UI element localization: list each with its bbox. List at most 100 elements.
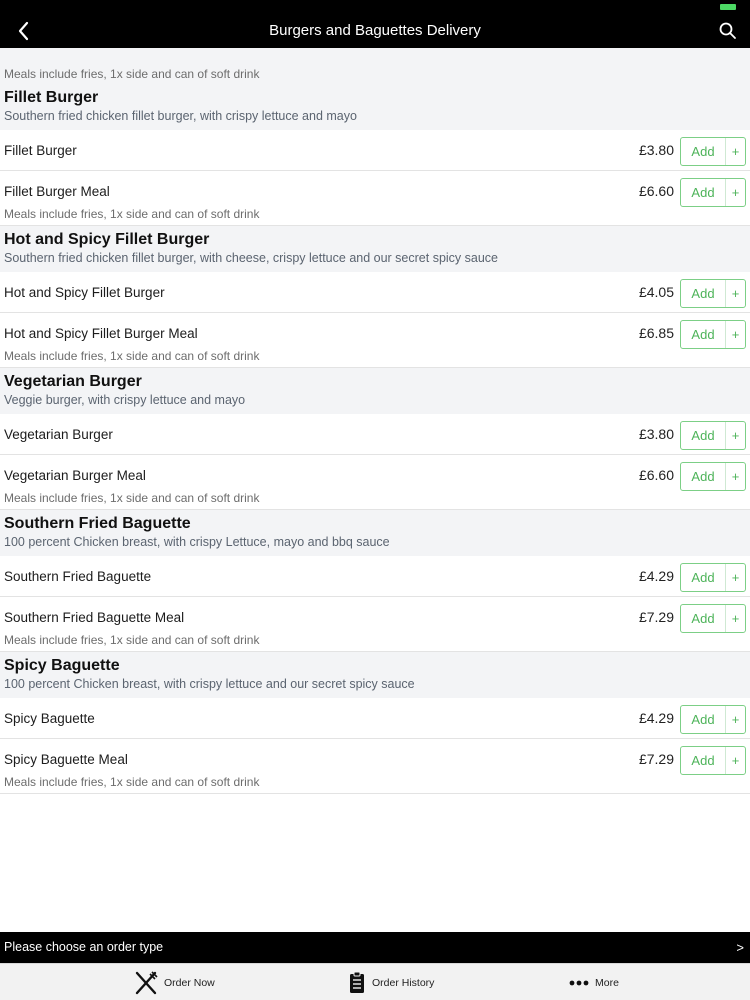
battery-icon (720, 4, 736, 10)
item-note: Meals include fries, 1x side and can of … (4, 633, 260, 647)
category-description: Southern fried chicken fillet burger, wi… (4, 251, 499, 265)
item-price: £6.60 (638, 467, 674, 483)
plus-icon: + (731, 570, 740, 585)
item-name: Southern Fried Baguette (4, 569, 152, 584)
plus-icon: + (731, 469, 740, 484)
chevron-right-icon: > (736, 940, 744, 955)
category-description: 100 percent Chicken breast, with crispy … (4, 535, 390, 549)
add-button[interactable]: Add + (680, 604, 746, 633)
item-name: Hot and Spicy Fillet Burger Meal (4, 326, 198, 341)
tab-order-history[interactable]: Order History (348, 964, 434, 1000)
add-button[interactable]: Add + (680, 137, 746, 166)
category-title: Spicy Baguette (4, 657, 120, 674)
tab-more[interactable]: More (569, 964, 619, 1000)
add-button[interactable]: Add + (680, 279, 746, 308)
category-title: Hot and Spicy Fillet Burger (4, 231, 210, 248)
more-dots-icon (569, 980, 589, 985)
item-note: Meals include fries, 1x side and can of … (4, 349, 260, 363)
item-name: Southern Fried Baguette Meal (4, 610, 185, 625)
add-label: Add (681, 422, 726, 449)
clipboard-icon (350, 971, 364, 993)
plus-icon: + (731, 712, 740, 727)
tab-label: Order Now (164, 976, 215, 989)
menu-item-row[interactable]: Spicy Baguette £4.29 Add + (0, 698, 750, 739)
page-title: Burgers and Baguettes Delivery (269, 22, 481, 39)
plus-icon: + (731, 327, 740, 342)
item-price: £3.80 (638, 142, 674, 158)
menu-item-row[interactable]: Vegetarian Burger Meal Meals include fri… (0, 455, 750, 510)
item-name: Fillet Burger (4, 143, 77, 158)
add-button[interactable]: Add + (680, 178, 746, 207)
status-bar (0, 0, 750, 14)
add-button[interactable]: Add + (680, 705, 746, 734)
menu-item-row[interactable]: Fillet Burger £3.80 Add + (0, 130, 750, 171)
plus-icon: + (731, 286, 740, 301)
item-price: £3.80 (638, 426, 674, 442)
item-name: Hot and Spicy Fillet Burger (4, 285, 165, 300)
add-label: Add (681, 280, 726, 307)
category-description: Southern fried chicken fillet burger, wi… (4, 109, 357, 123)
add-button[interactable]: Add + (680, 421, 746, 450)
category-title: Fillet Burger (4, 89, 99, 106)
item-price: £4.05 (638, 284, 674, 300)
menu-item-row[interactable]: Southern Fried Baguette £4.29 Add + (0, 556, 750, 597)
category-description: Veggie burger, with crispy lettuce and m… (4, 393, 246, 407)
category-description: 100 percent Chicken breast, with crispy … (4, 677, 415, 691)
add-label: Add (681, 605, 726, 632)
category-title: Vegetarian Burger (4, 373, 142, 390)
menu-item-row[interactable]: Hot and Spicy Fillet Burger Meal Meals i… (0, 313, 750, 368)
item-price: £4.29 (638, 568, 674, 584)
category-header: Spicy Baguette 100 percent Chicken breas… (0, 652, 750, 698)
item-price: £4.29 (638, 710, 674, 726)
add-label: Add (681, 463, 726, 490)
item-note: Meals include fries, 1x side and can of … (4, 207, 260, 221)
item-name: Spicy Baguette Meal (4, 752, 128, 767)
add-label: Add (681, 747, 726, 774)
order-type-bar[interactable]: Please choose an order type > (0, 932, 750, 963)
menu-item-row[interactable]: Hot and Spicy Fillet Burger £4.05 Add + (0, 272, 750, 313)
menu-item-row[interactable]: Fillet Burger Meal Meals include fries, … (0, 171, 750, 226)
category-header: Fillet Burger Southern fried chicken fil… (0, 84, 750, 130)
add-button[interactable]: Add + (680, 746, 746, 775)
plus-icon: + (731, 753, 740, 768)
search-button[interactable] (718, 21, 738, 41)
menu-list[interactable]: Meals include fries, 1x side and can of … (0, 48, 750, 932)
item-name: Vegetarian Burger (4, 427, 113, 442)
item-name: Spicy Baguette (4, 711, 95, 726)
tab-bar: Order Now Order History More (0, 963, 750, 1000)
tab-label: Order History (372, 976, 435, 989)
item-name: Fillet Burger Meal (4, 184, 110, 199)
item-price: £7.29 (638, 751, 674, 767)
add-button[interactable]: Add + (680, 320, 746, 349)
order-type-prompt: Please choose an order type (4, 940, 164, 954)
plus-icon: + (731, 611, 740, 626)
item-price: £7.29 (638, 609, 674, 625)
category-header: Southern Fried Baguette 100 percent Chic… (0, 510, 750, 556)
add-label: Add (681, 179, 726, 206)
plus-icon: + (731, 428, 740, 443)
add-label: Add (681, 321, 726, 348)
category-header: Hot and Spicy Fillet Burger Southern fri… (0, 226, 750, 272)
add-label: Add (681, 138, 726, 165)
tab-order-now[interactable]: Order Now (134, 964, 215, 1000)
add-button[interactable]: Add + (680, 462, 746, 491)
plus-icon: + (731, 185, 740, 200)
menu-item-row[interactable]: Southern Fried Baguette Meal Meals inclu… (0, 597, 750, 652)
item-price: £6.85 (638, 325, 674, 341)
add-label: Add (681, 564, 726, 591)
item-note: Meals include fries, 1x side and can of … (4, 491, 260, 505)
item-price: £6.60 (638, 183, 674, 199)
category-title: Southern Fried Baguette (4, 515, 191, 532)
add-label: Add (681, 706, 726, 733)
category-header: Vegetarian Burger Veggie burger, with cr… (0, 368, 750, 414)
intro-note: Meals include fries, 1x side and can of … (0, 48, 750, 84)
menu-item-row[interactable]: Vegetarian Burger £3.80 Add + (0, 414, 750, 455)
fork-knife-icon (135, 970, 158, 994)
search-icon (719, 22, 736, 39)
add-button[interactable]: Add + (680, 563, 746, 592)
item-note: Meals include fries, 1x side and can of … (4, 775, 260, 789)
tab-label: More (595, 976, 619, 989)
menu-item-row[interactable]: Spicy Baguette Meal Meals include fries,… (0, 739, 750, 794)
item-name: Vegetarian Burger Meal (4, 468, 146, 483)
nav-bar: Burgers and Baguettes Delivery (0, 14, 750, 48)
